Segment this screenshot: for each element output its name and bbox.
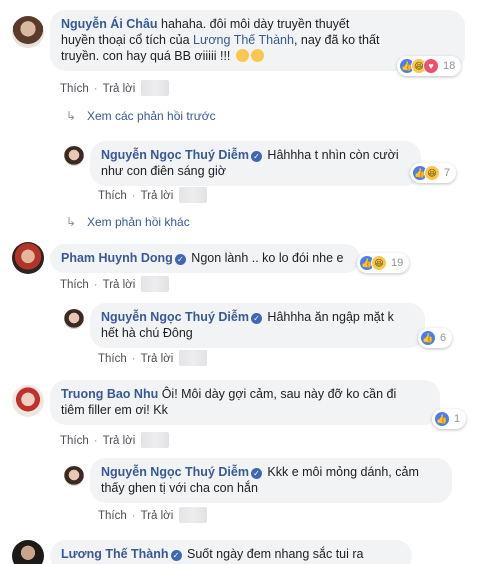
reply-link[interactable]: Trả lời [103, 83, 136, 95]
comment-author[interactable]: Nguyễn Ngọc Thuý Diễm [101, 148, 249, 162]
comment-text: Ngon lành .. ko lo đói nhe e [187, 251, 344, 265]
verified-badge-icon: ✓ [250, 151, 262, 162]
verified-badge-icon: ✓ [250, 468, 262, 479]
love-icon: ♥ [423, 58, 439, 74]
reply-link[interactable]: Trả lời [103, 279, 136, 291]
comment-bubble: Truong Bao Nhu Ôi! Môi dày gợi cảm, sau … [50, 380, 440, 425]
avatar[interactable] [12, 16, 44, 48]
blurred-timestamp [141, 276, 170, 292]
reply-bubble: Nguyễn Ngọc Thuý Diễm ✓ Hâhhha ăn ngập mặ… [90, 303, 425, 348]
comment-text: Suốt ngày đem nhang sắc tui ra [183, 547, 364, 561]
comment-bubble: Lương Thế Thành ✓ Suốt ngày đem nhang sắc… [50, 540, 412, 564]
reply-link[interactable]: Trả lời [141, 190, 174, 202]
comment-author[interactable]: Truong Bao Nhu [61, 387, 158, 401]
like-link[interactable]: Thích [60, 279, 89, 291]
comment-bubble: Pham Huynh Dong ✓ Ngon lành .. ko lo đói … [50, 244, 360, 273]
mention-link[interactable]: Lương Thế Thành [193, 33, 294, 47]
comment-text: như con điên sáng giờ [101, 164, 226, 178]
reply-bubble: Nguyễn Ngọc Thuý Diễm ✓ Hâhhha t nhìn còn… [90, 141, 421, 186]
blurred-timestamp [179, 187, 208, 203]
comment-text: hết hà chú Đông [101, 326, 193, 340]
comment-author[interactable]: Pham Huynh Dong [61, 251, 173, 265]
reaction-summary[interactable]: 👍 😆 ♥ 18 [397, 56, 462, 76]
avatar[interactable] [12, 540, 44, 564]
comment-text: hahaha. đôi môi dày truyền thuyết [157, 17, 350, 31]
like-link[interactable]: Thích [98, 353, 127, 365]
avatar[interactable] [12, 385, 44, 417]
comment-text: Kkk e môi mỏng dánh, cảm [263, 465, 419, 479]
like-link[interactable]: Thích [98, 190, 127, 202]
comment-text: , nay đã ko thất [293, 33, 380, 47]
comment-actions: Thích · Trả lời [60, 80, 170, 96]
verified-badge-icon: ✓ [174, 254, 186, 265]
comment-text: truyền. con hay quá BB ơiiiii !!! [61, 49, 234, 63]
like-link[interactable]: Thích [60, 83, 89, 95]
comment-text: thấy ghen tị với cha con hắn [101, 481, 258, 495]
reply-actions: Thích · Trả lời [98, 507, 208, 523]
reaction-count: 1 [454, 413, 461, 425]
haha-icon: 😆 [371, 255, 387, 271]
reply-arrow-icon: ↳ [66, 109, 77, 123]
reaction-summary[interactable]: 👍 6 [418, 328, 453, 348]
blurred-timestamp [179, 507, 208, 523]
reply-actions: Thích · Trả lời [98, 350, 208, 366]
comment-text: Hâhhha t nhìn còn cười [263, 148, 399, 162]
smile-emoji-icon [250, 49, 264, 62]
comment-text: tiêm filler em ơi! Kk [61, 403, 168, 417]
like-link[interactable]: Thích [60, 435, 89, 447]
reaction-summary[interactable]: 👍 😆 7 [410, 163, 457, 183]
comment-text: huyền thoại cổ tích của [61, 33, 194, 47]
like-icon: 👍 [420, 330, 436, 346]
reaction-count: 18 [443, 60, 456, 72]
reply-arrow-icon: ↳ [66, 215, 77, 229]
reaction-summary[interactable]: 👍 1 [432, 409, 467, 429]
verified-badge-icon: ✓ [170, 550, 182, 561]
comment-author[interactable]: Nguyễn Ái Châu [61, 17, 158, 31]
avatar[interactable] [64, 466, 84, 486]
view-more-replies-link[interactable]: ↳ Xem phản hồi khác [66, 215, 190, 229]
reaction-count: 6 [440, 332, 447, 344]
verified-badge-icon: ✓ [250, 313, 262, 324]
reaction-count: 7 [444, 167, 451, 179]
like-link[interactable]: Thích [98, 510, 127, 522]
comment-text: Hâhhha ăn ngập mặt k [263, 310, 394, 324]
comment-author[interactable]: Lương Thế Thành [61, 547, 169, 561]
avatar[interactable] [64, 146, 84, 166]
blurred-timestamp [141, 80, 170, 96]
reaction-summary[interactable]: 👍 😆 19 [357, 253, 410, 273]
comment-author[interactable]: Nguyễn Ngọc Thuý Diễm [101, 465, 249, 479]
comment-actions: Thích · Trả lời [60, 432, 170, 448]
grin-emoji-icon [235, 49, 249, 62]
like-icon: 👍 [434, 411, 450, 427]
comment-actions: Thích · Trả lời [60, 276, 170, 292]
reply-bubble: Nguyễn Ngọc Thuý Diễm ✓ Kkk e môi mỏng dá… [90, 458, 452, 503]
blurred-timestamp [179, 350, 208, 366]
reply-link[interactable]: Trả lời [103, 435, 136, 447]
reaction-count: 19 [391, 257, 404, 269]
blurred-timestamp [141, 432, 170, 448]
haha-icon: 😆 [424, 165, 440, 181]
avatar[interactable] [12, 242, 44, 274]
comment-text: Ôi! Môi dày gợi cảm, sau này đỡ ko cần đ… [158, 387, 397, 401]
avatar[interactable] [64, 309, 84, 329]
reply-link[interactable]: Trả lời [141, 510, 174, 522]
reply-actions: Thích · Trả lời [98, 187, 208, 203]
reply-link[interactable]: Trả lời [141, 353, 174, 365]
view-previous-replies-link[interactable]: ↳ Xem các phản hồi trước [66, 109, 216, 123]
comment-author[interactable]: Nguyễn Ngọc Thuý Diễm [101, 310, 249, 324]
